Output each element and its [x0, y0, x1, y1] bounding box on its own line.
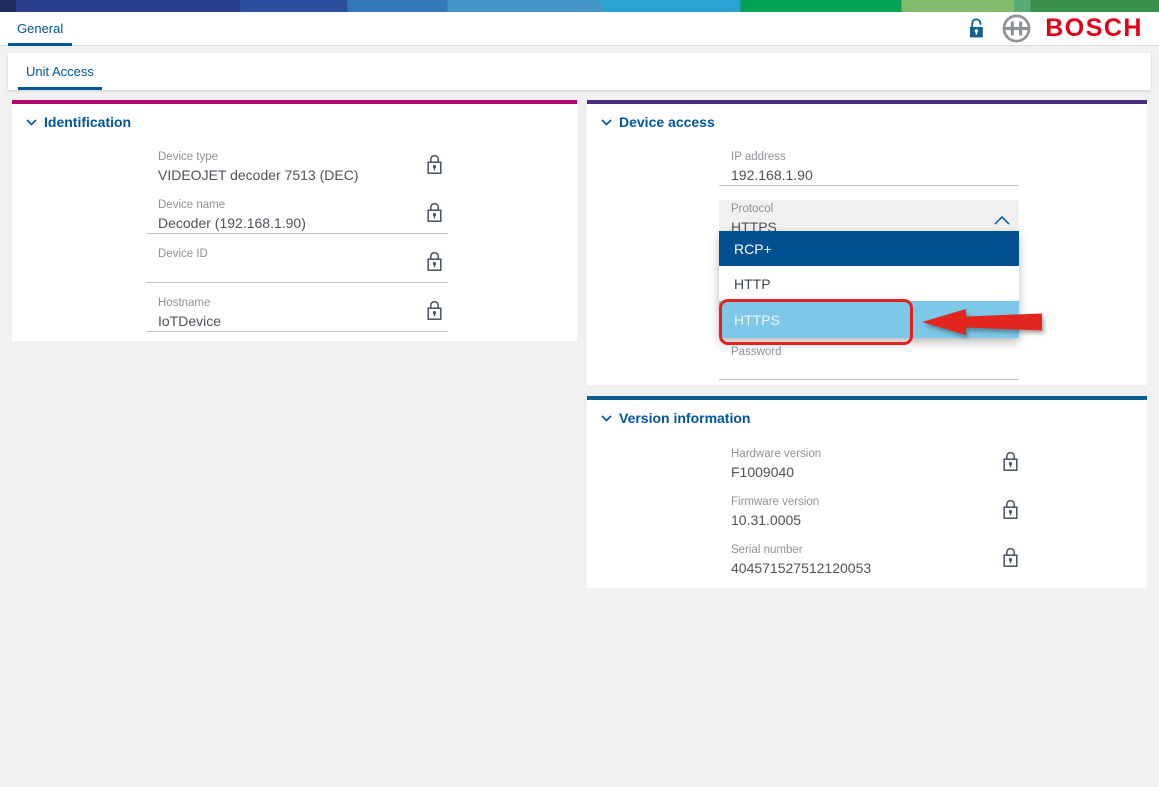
- hardware-version-value: F1009040: [719, 464, 1019, 481]
- lock-icon: [1002, 498, 1019, 526]
- firmware-version-value: 10.31.0005: [719, 512, 1019, 529]
- field-label: Device type: [146, 151, 448, 164]
- lock-icon: [426, 299, 443, 327]
- lock-icon: [1002, 546, 1019, 574]
- tab-general-label: General: [17, 21, 63, 36]
- lock-icon: [426, 153, 443, 181]
- version-information-header[interactable]: Version information: [601, 409, 750, 427]
- password-field[interactable]: Password: [719, 346, 1019, 380]
- tab-unit-access-label: Unit Access: [26, 64, 94, 79]
- serial-number-field: Serial number 404571527512120053: [719, 544, 1019, 578]
- lock-icon: [1002, 450, 1019, 478]
- tab-general[interactable]: General: [8, 12, 72, 45]
- protocol-option-https[interactable]: HTTPS: [719, 301, 1019, 338]
- sub-nav: Unit Access: [8, 53, 1151, 90]
- field-label: Hostname: [146, 297, 448, 310]
- field-label: Device ID: [146, 248, 448, 261]
- protocol-select[interactable]: Protocol HTTPS: [719, 200, 1019, 235]
- topbar-right: BOSCH: [967, 12, 1143, 45]
- version-information-panel: Version information Hardware version F10…: [587, 396, 1147, 588]
- field-label: Protocol: [719, 200, 1019, 216]
- hostname-field[interactable]: Hostname IoTDevice: [146, 297, 448, 332]
- device-name-field[interactable]: Device name Decoder (192.168.1.90): [146, 199, 448, 234]
- chevron-down-icon: [26, 119, 37, 126]
- device-id-field[interactable]: Device ID: [146, 248, 448, 283]
- protocol-option-rcp[interactable]: RCP+: [719, 231, 1019, 266]
- chevron-down-icon: [601, 119, 612, 126]
- identification-header[interactable]: Identification: [26, 113, 131, 131]
- protocol-dropdown: RCP+ HTTP HTTPS: [719, 231, 1019, 338]
- field-label: IP address: [719, 151, 1019, 164]
- panel-title: Device access: [619, 113, 715, 131]
- serial-number-value: 404571527512120053: [719, 560, 1019, 577]
- protocol-option-http[interactable]: HTTP: [719, 266, 1019, 301]
- device-access-header[interactable]: Device access: [601, 113, 715, 131]
- device-access-panel: Device access IP address 192.168.1.90 Pr…: [587, 100, 1147, 385]
- hardware-version-field: Hardware version F1009040: [719, 448, 1019, 482]
- app-window: General BOSCH: [0, 0, 1159, 787]
- bosch-supergraphic: [0, 0, 1159, 12]
- bosch-wordmark: BOSCH: [1045, 12, 1143, 45]
- chevron-up-icon: [994, 212, 1010, 230]
- lock-icon: [426, 201, 443, 229]
- chevron-down-icon: [601, 415, 612, 422]
- identification-fields: Device type VIDEOJET decoder 7513 (DEC) …: [146, 151, 448, 346]
- top-bar: General BOSCH: [0, 12, 1159, 46]
- hostname-input[interactable]: IoTDevice: [146, 313, 448, 330]
- firmware-version-field: Firmware version 10.31.0005: [719, 496, 1019, 530]
- unlock-icon[interactable]: [967, 16, 988, 41]
- panel-title: Identification: [44, 113, 131, 131]
- version-fields: Hardware version F1009040 Firmware versi…: [719, 448, 1019, 592]
- field-label: Serial number: [719, 544, 1019, 557]
- ip-address-input[interactable]: 192.168.1.90: [719, 167, 1019, 184]
- field-label: Firmware version: [719, 496, 1019, 509]
- bosch-logo-icon: [1001, 13, 1032, 44]
- field-label: Hardware version: [719, 448, 1019, 461]
- device-access-fields: IP address 192.168.1.90 Protocol HTTPS R…: [719, 151, 1019, 380]
- identification-panel: Identification Device type VIDEOJET deco…: [12, 100, 577, 341]
- panel-title: Version information: [619, 409, 750, 427]
- device-name-input[interactable]: Decoder (192.168.1.90): [146, 215, 448, 232]
- field-label: Password: [719, 346, 1019, 359]
- device-type-value: VIDEOJET decoder 7513 (DEC): [146, 167, 448, 184]
- tab-unit-access[interactable]: Unit Access: [18, 53, 102, 90]
- ip-address-field[interactable]: IP address 192.168.1.90: [719, 151, 1019, 186]
- lock-icon: [426, 250, 443, 278]
- field-label: Device name: [146, 199, 448, 212]
- device-type-field: Device type VIDEOJET decoder 7513 (DEC): [146, 151, 448, 185]
